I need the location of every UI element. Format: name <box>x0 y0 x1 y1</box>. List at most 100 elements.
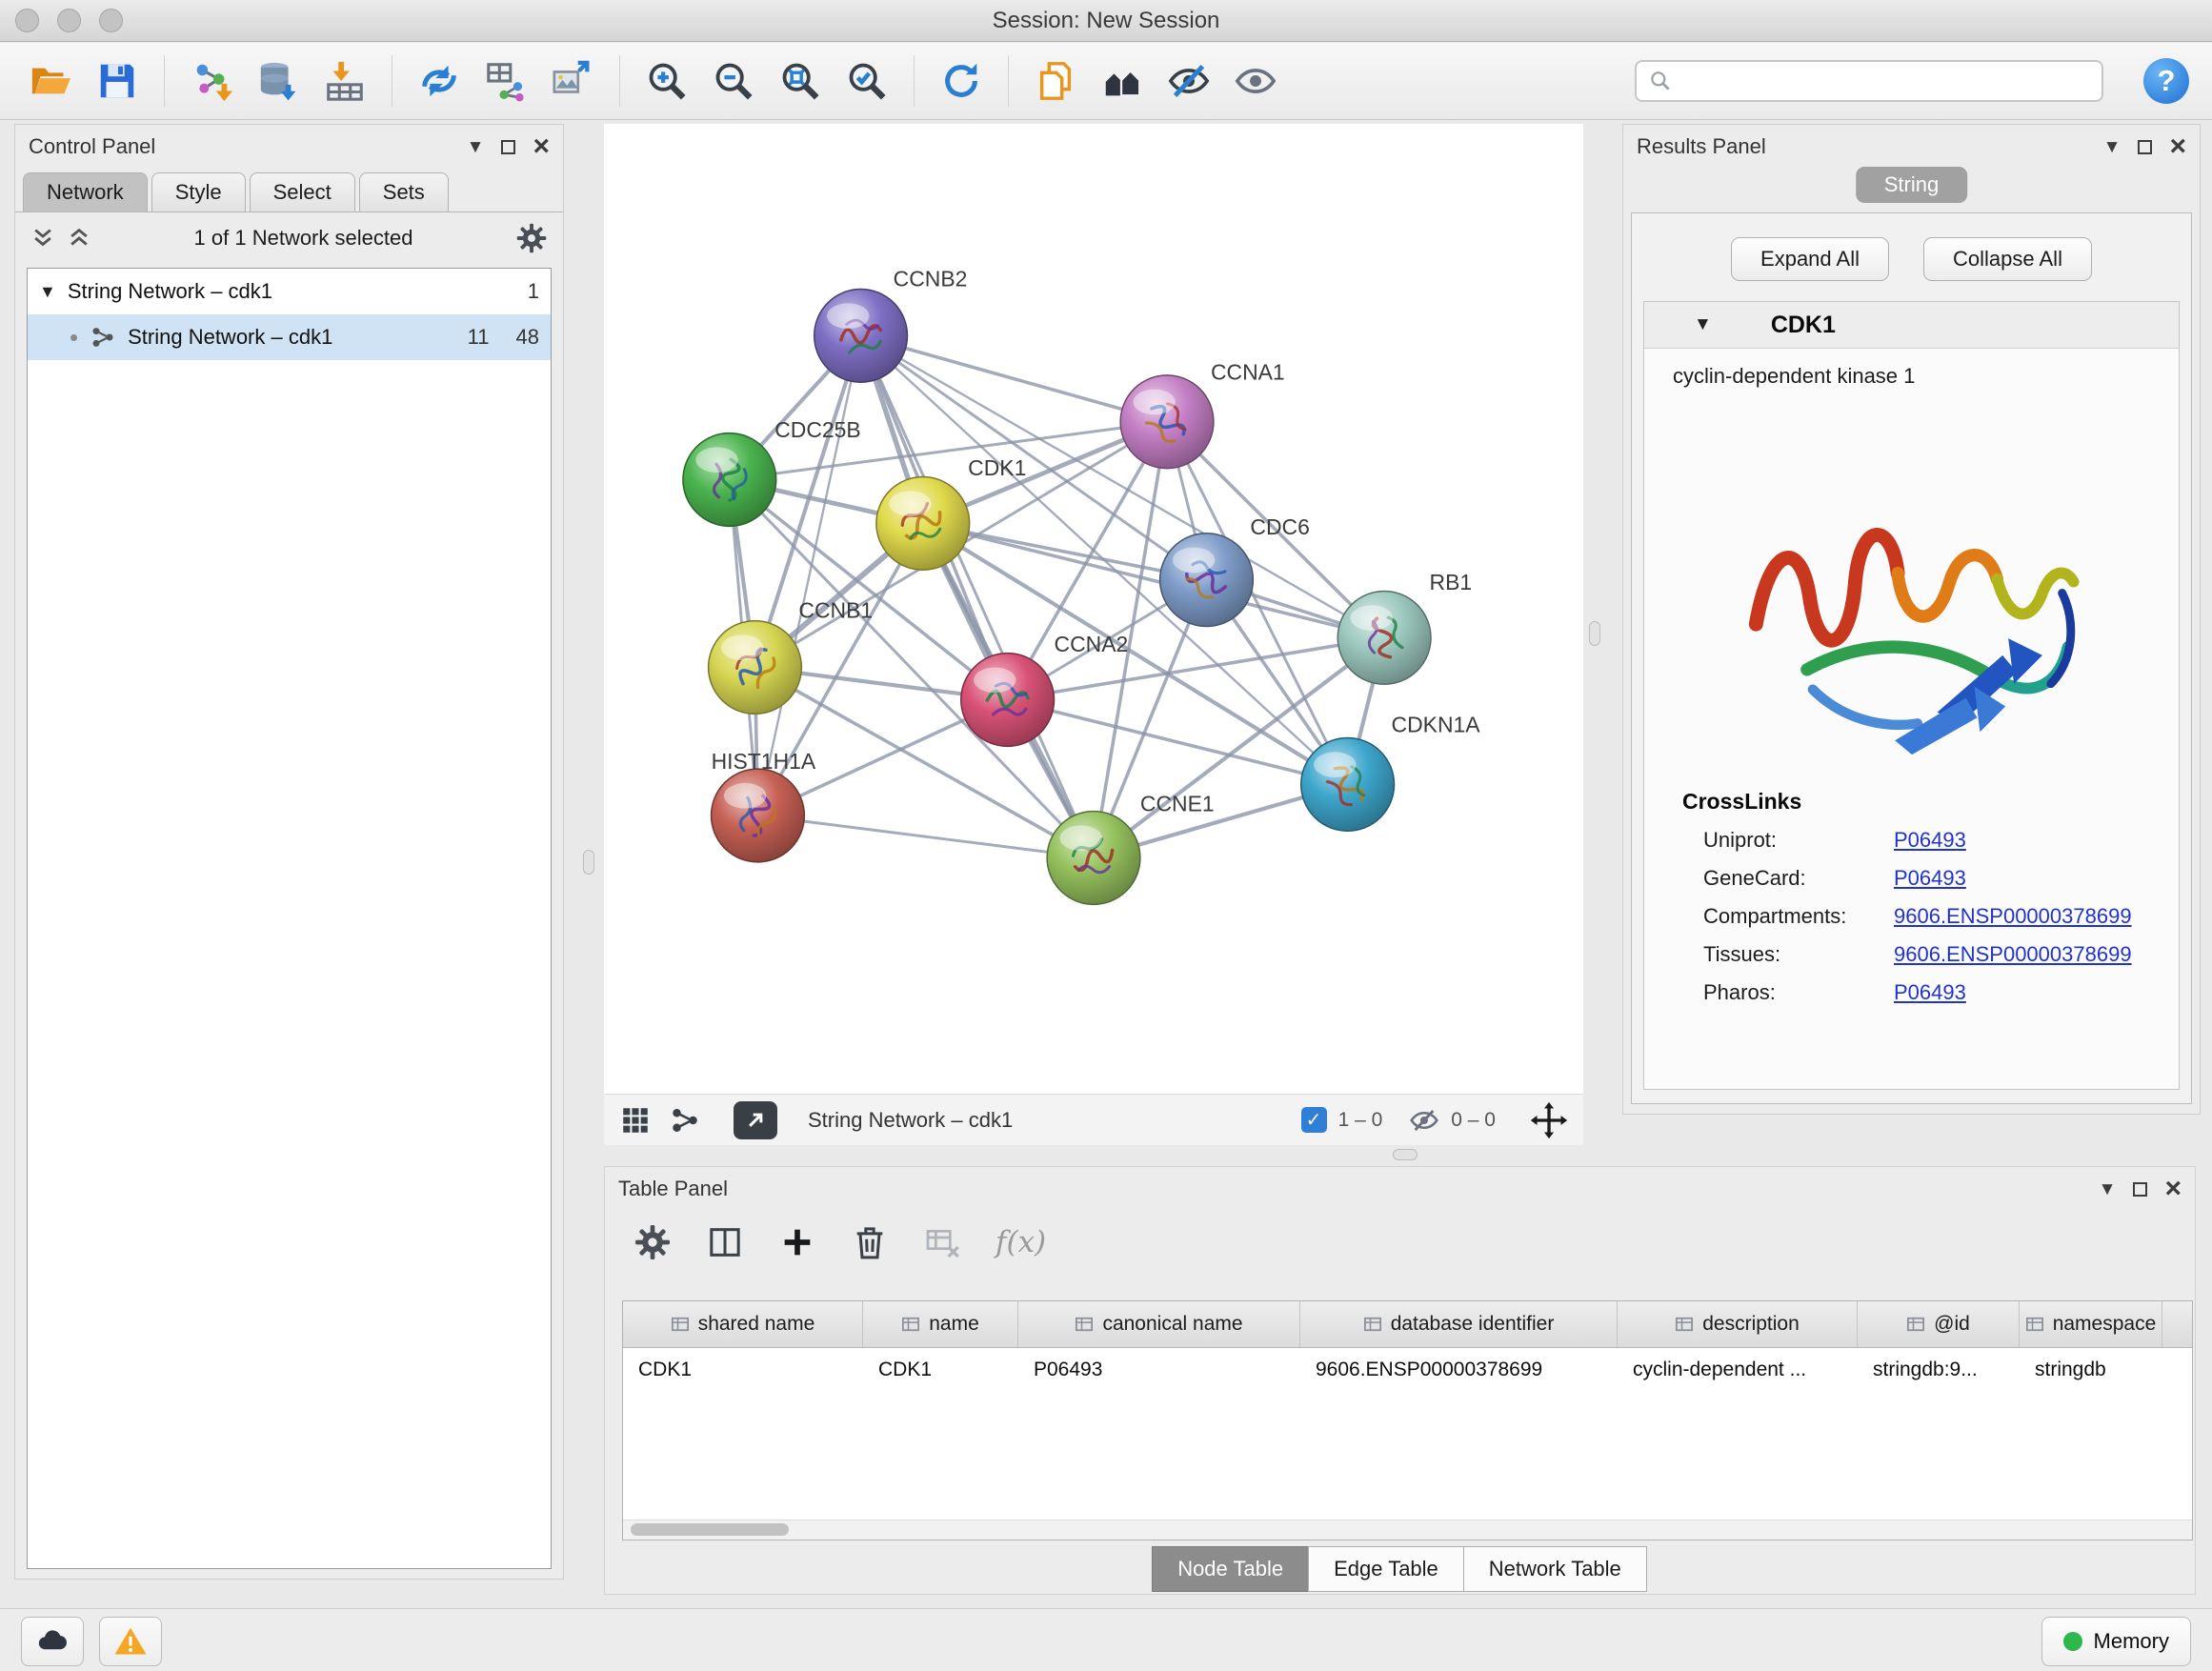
copy-document-button[interactable] <box>1028 53 1083 109</box>
crosslink-label: GeneCard: <box>1703 866 1894 891</box>
crosslink-label: Pharos: <box>1703 980 1894 1005</box>
search-input[interactable] <box>1682 68 2090 94</box>
panel-float-icon[interactable] <box>2133 1182 2147 1197</box>
expand-all-icon[interactable] <box>67 226 91 251</box>
detach-view-button[interactable] <box>734 1101 777 1139</box>
network-node-CDC25B[interactable] <box>683 433 776 527</box>
network-analyzer-button[interactable] <box>1095 53 1150 109</box>
column-header-shared-name[interactable]: shared name <box>623 1301 863 1347</box>
refresh-button[interactable] <box>934 53 989 109</box>
panel-menu-icon[interactable]: ▼ <box>467 138 485 156</box>
tab-node-table[interactable]: Node Table <box>1152 1546 1309 1592</box>
network-node-CDKN1A[interactable] <box>1301 738 1395 832</box>
control-panel-title: Control Panel <box>29 134 155 159</box>
selected-checkbox-icon[interactable]: ✓ <box>1301 1107 1327 1133</box>
panel-menu-icon[interactable]: ▼ <box>2099 1180 2117 1198</box>
scrollbar-thumb[interactable] <box>631 1523 789 1536</box>
network-node-CCNE1[interactable] <box>1047 812 1140 905</box>
collapse-section-icon[interactable]: ▼ <box>1694 314 1712 335</box>
zoom-window-button[interactable] <box>99 9 123 32</box>
export-image-button[interactable] <box>545 53 600 109</box>
crosslink-value-link[interactable]: P06493 <box>1894 980 1966 1005</box>
network-overview-button[interactable] <box>669 1104 701 1137</box>
show-columns-icon[interactable] <box>706 1223 744 1261</box>
network-node-CCNB1[interactable] <box>709 621 802 715</box>
network-node-CCNA1[interactable] <box>1120 375 1214 469</box>
zoom-selected-button[interactable] <box>839 53 895 109</box>
panel-close-icon[interactable]: × <box>2164 1175 2182 1203</box>
tab-edge-table[interactable]: Edge Table <box>1308 1546 1464 1592</box>
table-options-gear-icon[interactable] <box>633 1223 672 1261</box>
share-nodes-icon <box>669 1104 701 1137</box>
cloud-button[interactable] <box>21 1617 84 1666</box>
collapse-all-button[interactable]: Collapse All <box>1923 237 2092 281</box>
network-options-button[interactable] <box>515 222 548 254</box>
function-builder-button[interactable]: f(x) <box>995 1225 1046 1259</box>
column-header-namespace[interactable]: namespace <box>2020 1301 2162 1347</box>
add-column-icon[interactable] <box>778 1223 816 1261</box>
column-header-name[interactable]: name <box>863 1301 1018 1347</box>
warnings-button[interactable] <box>99 1617 162 1666</box>
expand-all-button[interactable]: Expand All <box>1731 237 1889 281</box>
gear-icon <box>515 222 548 254</box>
column-header-database-identifier[interactable]: database identifier <box>1300 1301 1618 1347</box>
table-row[interactable]: CDK1CDK1P064939606.ENSP00000378699cyclin… <box>623 1348 2192 1392</box>
panel-close-icon[interactable]: × <box>533 132 550 161</box>
tab-style[interactable]: Style <box>151 172 246 211</box>
bottom-splitter-handle[interactable] <box>1393 1149 1418 1160</box>
network-node-CDK1[interactable] <box>876 477 970 571</box>
tab-network-table[interactable]: Network Table <box>1463 1546 1647 1592</box>
tab-string[interactable]: String <box>1856 167 1967 203</box>
protein-card-header[interactable]: ▼ CDK1 <box>1644 302 2179 349</box>
help-glyph: ? <box>2158 64 2176 98</box>
memory-button[interactable]: Memory <box>2041 1617 2191 1666</box>
zoom-in-button[interactable] <box>639 53 694 109</box>
tab-select[interactable]: Select <box>250 172 355 211</box>
left-splitter-handle[interactable] <box>583 850 594 875</box>
grid-view-button[interactable] <box>619 1104 652 1137</box>
tab-sets[interactable]: Sets <box>359 172 449 211</box>
help-button[interactable]: ? <box>2143 58 2189 104</box>
delete-column-icon[interactable] <box>851 1223 889 1261</box>
panel-float-icon[interactable] <box>2138 140 2152 154</box>
crosslink-value-link[interactable]: P06493 <box>1894 828 1966 853</box>
network-collection-row[interactable]: ▼ String Network – cdk1 1 <box>28 269 551 314</box>
crosslink-value-link[interactable]: P06493 <box>1894 866 1966 891</box>
horizontal-scrollbar[interactable] <box>623 1520 2192 1540</box>
tab-network[interactable]: Network <box>23 172 148 211</box>
tree-expand-icon[interactable]: ▼ <box>39 282 56 302</box>
import-network-from-file-button[interactable] <box>184 53 239 109</box>
import-network-from-database-button[interactable] <box>251 53 306 109</box>
zoom-out-button[interactable] <box>706 53 761 109</box>
save-session-button[interactable] <box>90 53 145 109</box>
network-node-CDC6[interactable] <box>1160 534 1254 627</box>
panel-float-icon[interactable] <box>501 140 515 154</box>
network-graph[interactable]: CCNB2CCNA1CDC25BCDK1CDC6RB1CCNB1CCNA2CDK… <box>604 124 1583 1094</box>
column-header-id[interactable]: @id <box>1858 1301 2020 1347</box>
collapse-all-icon[interactable] <box>30 226 55 251</box>
network-node-RB1[interactable] <box>1337 591 1431 684</box>
pan-crosshair-icon[interactable] <box>1530 1101 1568 1139</box>
network-node-CCNB2[interactable] <box>814 289 908 382</box>
zoom-fit-button[interactable] <box>773 53 828 109</box>
network-canvas[interactable]: CCNB2CCNA1CDC25BCDK1CDC6RB1CCNB1CCNA2CDK… <box>604 124 1583 1094</box>
minimize-window-button[interactable] <box>57 9 81 32</box>
show-all-button[interactable] <box>1228 53 1283 109</box>
hide-selected-button[interactable] <box>1161 53 1217 109</box>
delete-table-icon[interactable] <box>923 1223 961 1261</box>
column-header-canonical-name[interactable]: canonical name <box>1018 1301 1300 1347</box>
crosslink-value-link[interactable]: 9606.ENSP00000378699 <box>1894 904 2132 929</box>
panel-menu-icon[interactable]: ▼ <box>2103 138 2122 156</box>
open-session-button[interactable] <box>23 53 78 109</box>
network-row[interactable]: • String Network – cdk1 11 48 <box>28 314 551 360</box>
network-from-table-button[interactable] <box>478 53 533 109</box>
column-header-description[interactable]: description <box>1618 1301 1858 1347</box>
close-window-button[interactable] <box>15 9 39 32</box>
right-splitter-handle[interactable] <box>1589 621 1600 646</box>
merge-networks-button[interactable] <box>412 53 467 109</box>
crosslink-value-link[interactable]: 9606.ENSP00000378699 <box>1894 942 2132 967</box>
network-node-HIST1H1A[interactable] <box>712 769 805 862</box>
panel-close-icon[interactable]: × <box>2169 132 2186 161</box>
network-node-CCNA2[interactable] <box>961 654 1055 747</box>
import-table-from-file-button[interactable] <box>317 53 372 109</box>
